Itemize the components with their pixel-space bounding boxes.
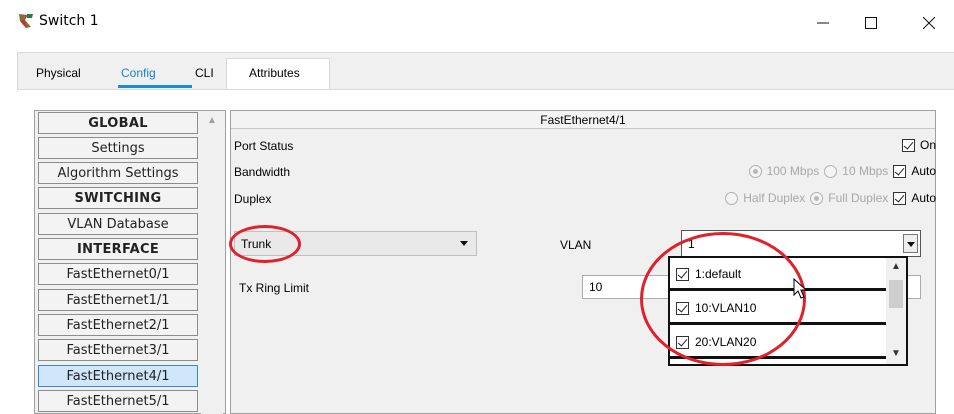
- maximize-button[interactable]: [848, 0, 894, 46]
- sidebar-item-fastethernet5-1[interactable]: FastEthernet5/1: [38, 390, 198, 412]
- vlan-label: VLAN: [560, 238, 592, 252]
- tab-config[interactable]: Config: [121, 66, 156, 80]
- duplex-label: Duplex: [234, 192, 272, 206]
- sidebar-item-settings[interactable]: Settings: [38, 137, 198, 159]
- vlan-option-1-default[interactable]: 1:default: [676, 262, 886, 286]
- sidebar-item-algorithm-settings[interactable]: Algorithm Settings: [38, 162, 198, 184]
- full-duplex-label: Full Duplex: [828, 191, 889, 205]
- duplex-options: Half Duplex Full Duplex Auto: [725, 191, 936, 205]
- scroll-thumb[interactable]: [889, 280, 903, 308]
- sidebar-item-vlan-database[interactable]: VLAN Database: [38, 213, 198, 235]
- vlan-select[interactable]: 1: [681, 230, 921, 257]
- vlan-option-label: 10:VLAN10: [695, 301, 757, 315]
- sidebar-header-switching: SWITCHING: [38, 187, 198, 209]
- tx-ring-limit-label: Tx Ring Limit: [239, 281, 310, 295]
- sidebar-item-fastethernet1-1[interactable]: FastEthernet1/1: [38, 289, 198, 311]
- list-separator: [670, 356, 886, 359]
- bandwidth-options: 100 Mbps 10 Mbps Auto: [748, 164, 936, 178]
- list-separator: [670, 322, 886, 325]
- bandwidth-100-label: 100 Mbps: [766, 164, 820, 178]
- duplex-auto-label: Auto: [911, 191, 936, 205]
- panel-title: FastEthernet4/1: [231, 111, 935, 129]
- tab-cli[interactable]: CLI: [195, 66, 214, 80]
- vlan-list-scrollbar[interactable]: ▲ ▼: [886, 258, 906, 364]
- scroll-down-icon[interactable]: ▼: [891, 348, 901, 359]
- switch-app-icon: [19, 14, 33, 28]
- sidebar-item-fastethernet3-1[interactable]: FastEthernet3/1: [38, 339, 198, 361]
- window-title: Switch 1: [39, 13, 99, 29]
- sidebar-item-fastethernet0-1[interactable]: FastEthernet0/1: [38, 263, 198, 285]
- dropdown-arrow-icon[interactable]: [903, 234, 918, 253]
- bandwidth-10-radio[interactable]: [824, 164, 838, 178]
- vlan-select-value: 1: [688, 236, 695, 251]
- half-duplex-radio[interactable]: [725, 191, 739, 205]
- vlan-1-checkbox[interactable]: [676, 267, 689, 281]
- tx-ring-limit-input[interactable]: 10: [582, 275, 678, 299]
- sidebar-item-fastethernet2-1[interactable]: FastEthernet2/1: [38, 314, 198, 336]
- vlan-dropdown-list: 1:default 10:VLAN10 20:VLAN20 ▲ ▼: [668, 256, 908, 366]
- vlan-option-label: 1:default: [695, 267, 742, 281]
- scroll-up-icon[interactable]: ▲: [207, 115, 217, 126]
- sidebar-header-interface: INTERFACE: [38, 238, 198, 260]
- vlan-option-label: 20:VLAN20: [695, 335, 757, 349]
- mouse-pointer-icon: [793, 278, 808, 299]
- vlan-20-checkbox[interactable]: [676, 335, 689, 349]
- port-mode-select[interactable]: Trunk: [234, 231, 477, 256]
- title-bar: Switch 1: [0, 0, 954, 46]
- bandwidth-label: Bandwidth: [234, 165, 291, 179]
- bandwidth-10-label: 10 Mbps: [842, 164, 889, 178]
- tab-attributes[interactable]: Attributes: [249, 66, 300, 80]
- close-button[interactable]: [906, 0, 952, 46]
- duplex-auto-checkbox[interactable]: [893, 191, 907, 205]
- vlan-option-10[interactable]: 10:VLAN10: [676, 296, 886, 320]
- vlan-option-20[interactable]: 20:VLAN20: [676, 330, 886, 354]
- port-status-label: Port Status: [234, 139, 294, 153]
- port-mode-value: Trunk: [241, 236, 272, 251]
- list-separator: [670, 288, 886, 291]
- port-on-label: On: [919, 138, 936, 152]
- minimize-icon: [817, 22, 829, 24]
- half-duplex-label: Half Duplex: [743, 191, 806, 205]
- sidebar-header-global: GLOBAL: [38, 112, 198, 134]
- sidebar-scrollbar[interactable]: ▲: [201, 112, 223, 414]
- minimize-button[interactable]: [800, 0, 846, 46]
- maximize-icon: [865, 17, 877, 29]
- sidebar-item-fastethernet4-1[interactable]: FastEthernet4/1: [38, 365, 198, 387]
- port-on-checkbox[interactable]: [901, 138, 915, 152]
- close-icon: [923, 17, 935, 29]
- bandwidth-auto-label: Auto: [911, 164, 936, 178]
- port-status-options: On: [901, 138, 936, 152]
- vlan-10-checkbox[interactable]: [676, 301, 689, 315]
- active-tab-indicator: [118, 85, 192, 88]
- scroll-up-icon[interactable]: ▲: [891, 261, 901, 272]
- bandwidth-auto-checkbox[interactable]: [893, 164, 907, 178]
- tab-physical[interactable]: Physical: [36, 66, 81, 80]
- chevron-down-icon: [460, 241, 468, 246]
- bandwidth-100-radio[interactable]: [748, 164, 762, 178]
- full-duplex-radio[interactable]: [810, 191, 824, 205]
